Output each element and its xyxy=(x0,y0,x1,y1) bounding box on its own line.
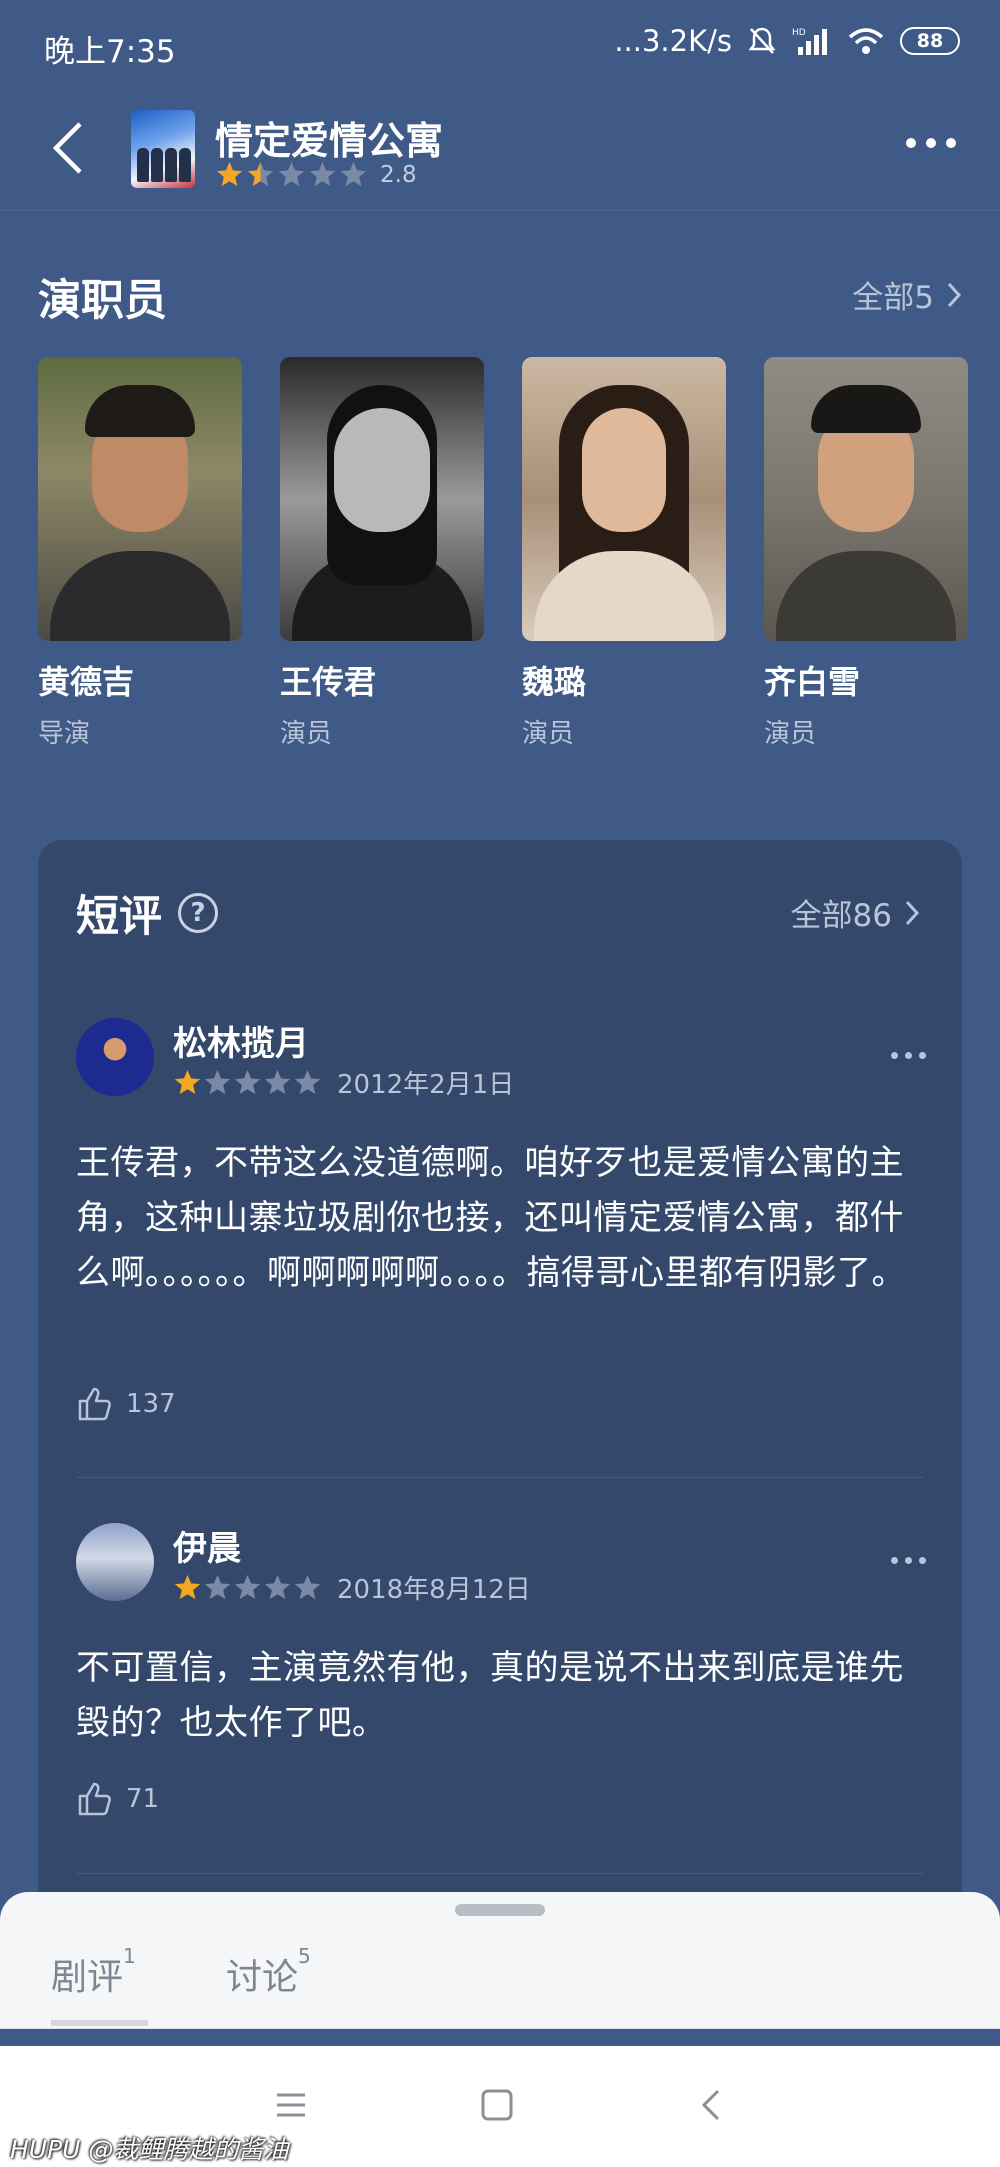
cast-list: 黄德吉 导演 王传君 演员 魏璐 演员 齐白雪 演员 xyxy=(38,357,968,750)
review-text: 王传君，不带这么没道德啊。咱好歹也是爱情公寓的主角，这种山寨垃圾剧你也接，还叫情… xyxy=(76,1143,906,1293)
star-empty-icon xyxy=(294,1069,321,1095)
tab-reviews-label: 剧评 xyxy=(51,1957,124,1998)
header-divider xyxy=(0,210,1000,211)
cast-role: 演员 xyxy=(280,719,333,749)
tab-discussion-label: 讨论 xyxy=(226,1957,299,1998)
star-empty-icon xyxy=(264,1069,291,1095)
reviews-title-label: 短评 xyxy=(76,892,162,942)
cast-role: 演员 xyxy=(522,719,575,749)
tab-discussion[interactable]: 讨论5 xyxy=(226,1944,311,2000)
cast-name: 齐白雪 xyxy=(764,663,861,701)
reviews-title: 短评 ? xyxy=(76,882,218,944)
star-icon xyxy=(174,1069,201,1095)
chevron-right-icon xyxy=(905,900,920,925)
show-rating: 2.8 xyxy=(215,160,417,189)
star-icon xyxy=(174,1574,201,1600)
like-count: 71 xyxy=(126,1784,160,1814)
review-meta: 2012年2月1日 xyxy=(173,1064,514,1101)
review-item: 松林揽月 2012年2月1日 王传君，不带这么没道德啊。咱好歹也是爱情公寓的主角… xyxy=(76,1018,926,1318)
nav-back-icon[interactable] xyxy=(696,2088,726,2122)
battery-indicator: 88 xyxy=(900,27,960,55)
review-more-button[interactable] xyxy=(891,1557,926,1564)
cast-photo xyxy=(522,357,726,641)
back-button[interactable] xyxy=(44,118,94,178)
cast-section-title: 演职员 xyxy=(38,276,167,326)
half-star-icon xyxy=(247,161,274,187)
tab-reviews-count: 1 xyxy=(123,1944,136,1968)
active-tab-indicator xyxy=(51,2020,148,2026)
cast-name: 王传君 xyxy=(280,663,377,701)
cast-role: 导演 xyxy=(38,719,91,749)
cast-photo xyxy=(280,357,484,641)
star-empty-icon xyxy=(340,161,367,187)
status-time: 晚上7:35 xyxy=(44,34,176,70)
star-icon xyxy=(216,161,243,187)
star-empty-icon xyxy=(264,1574,291,1600)
review-meta: 2018年8月12日 xyxy=(173,1569,531,1606)
avatar[interactable] xyxy=(76,1523,154,1601)
show-title: 情定爱情公寓 xyxy=(215,119,444,163)
star-empty-icon xyxy=(204,1069,231,1095)
sheet-drag-handle[interactable] xyxy=(455,1904,545,1916)
review-separator xyxy=(76,1477,924,1478)
star-empty-icon xyxy=(309,161,336,187)
menu-icon[interactable] xyxy=(274,2088,308,2122)
sheet-divider xyxy=(0,2028,1000,2029)
cast-role: 演员 xyxy=(764,719,817,749)
status-bar: 晚上7:35 ...3.2K/s HD 88 xyxy=(0,0,1000,90)
short-reviews-card: 短评 ? 全部86 松林揽月 2012年2月1日 王传君，不带这么没道德啊。咱好… xyxy=(38,840,962,1990)
reviewer-name[interactable]: 伊晨 xyxy=(173,1521,241,1570)
bottom-sheet: 剧评1 讨论5 xyxy=(0,1892,1000,2029)
reviewer-name[interactable]: 松林揽月 xyxy=(173,1016,309,1065)
cast-item[interactable]: 魏璐 演员 xyxy=(522,357,726,750)
review-date: 2018年8月12日 xyxy=(337,1575,531,1605)
star-empty-icon xyxy=(234,1069,261,1095)
signal-icon: HD xyxy=(792,28,827,55)
svg-text:HD: HD xyxy=(792,28,806,38)
chevron-right-icon xyxy=(947,282,962,307)
avatar[interactable] xyxy=(76,1018,154,1096)
watermark: HUPU @裁鲤腾越的酱油 xyxy=(10,2135,289,2164)
cast-item[interactable]: 齐白雪 演员 xyxy=(764,357,968,750)
review-text: 不可置信，主演竟然有他，真的是说不出来到底是谁先毁的？也太作了吧。 xyxy=(76,1648,904,1743)
more-options-button[interactable] xyxy=(906,138,956,148)
cast-photo xyxy=(764,357,968,641)
cast-name: 黄德吉 xyxy=(38,663,135,701)
like-count: 137 xyxy=(126,1389,176,1419)
tab-reviews[interactable]: 剧评1 xyxy=(51,1944,136,2000)
thumbs-up-icon xyxy=(78,1782,111,1816)
cast-item[interactable]: 黄德吉 导演 xyxy=(38,357,242,750)
help-icon[interactable]: ? xyxy=(178,893,218,933)
tab-discussion-count: 5 xyxy=(298,1944,311,1968)
review-item: 伊晨 2018年8月12日 不可置信，主演竟然有他，真的是说不出来到底是谁先毁的… xyxy=(76,1521,926,1743)
star-empty-icon xyxy=(278,161,305,187)
reviews-see-all-label: 全部86 xyxy=(790,898,892,934)
show-poster xyxy=(131,110,195,188)
wifi-icon xyxy=(848,28,884,54)
rating-value: 2.8 xyxy=(380,161,417,188)
cast-see-all-link[interactable]: 全部5 xyxy=(852,272,962,317)
reviews-see-all-link[interactable]: 全部86 xyxy=(791,890,920,935)
network-speed: ...3.2K/s xyxy=(614,24,732,58)
home-icon[interactable] xyxy=(480,2088,514,2122)
review-separator xyxy=(76,1873,924,1874)
cast-see-all-label: 全部5 xyxy=(852,280,934,316)
star-empty-icon xyxy=(234,1574,261,1600)
like-button[interactable]: 71 xyxy=(76,1780,159,1818)
bell-muted-icon xyxy=(748,27,776,54)
star-empty-icon xyxy=(204,1574,231,1600)
cast-photo xyxy=(38,357,242,641)
thumbs-up-icon xyxy=(78,1387,111,1421)
review-date: 2012年2月1日 xyxy=(337,1070,515,1100)
cast-item[interactable]: 王传君 演员 xyxy=(280,357,484,750)
star-empty-icon xyxy=(294,1574,321,1600)
cast-name: 魏璐 xyxy=(522,663,587,701)
review-more-button[interactable] xyxy=(891,1052,926,1059)
status-icons: ...3.2K/s HD 88 xyxy=(614,24,960,58)
like-button[interactable]: 137 xyxy=(76,1385,176,1423)
header: 情定爱情公寓 2.8 xyxy=(0,100,1000,210)
